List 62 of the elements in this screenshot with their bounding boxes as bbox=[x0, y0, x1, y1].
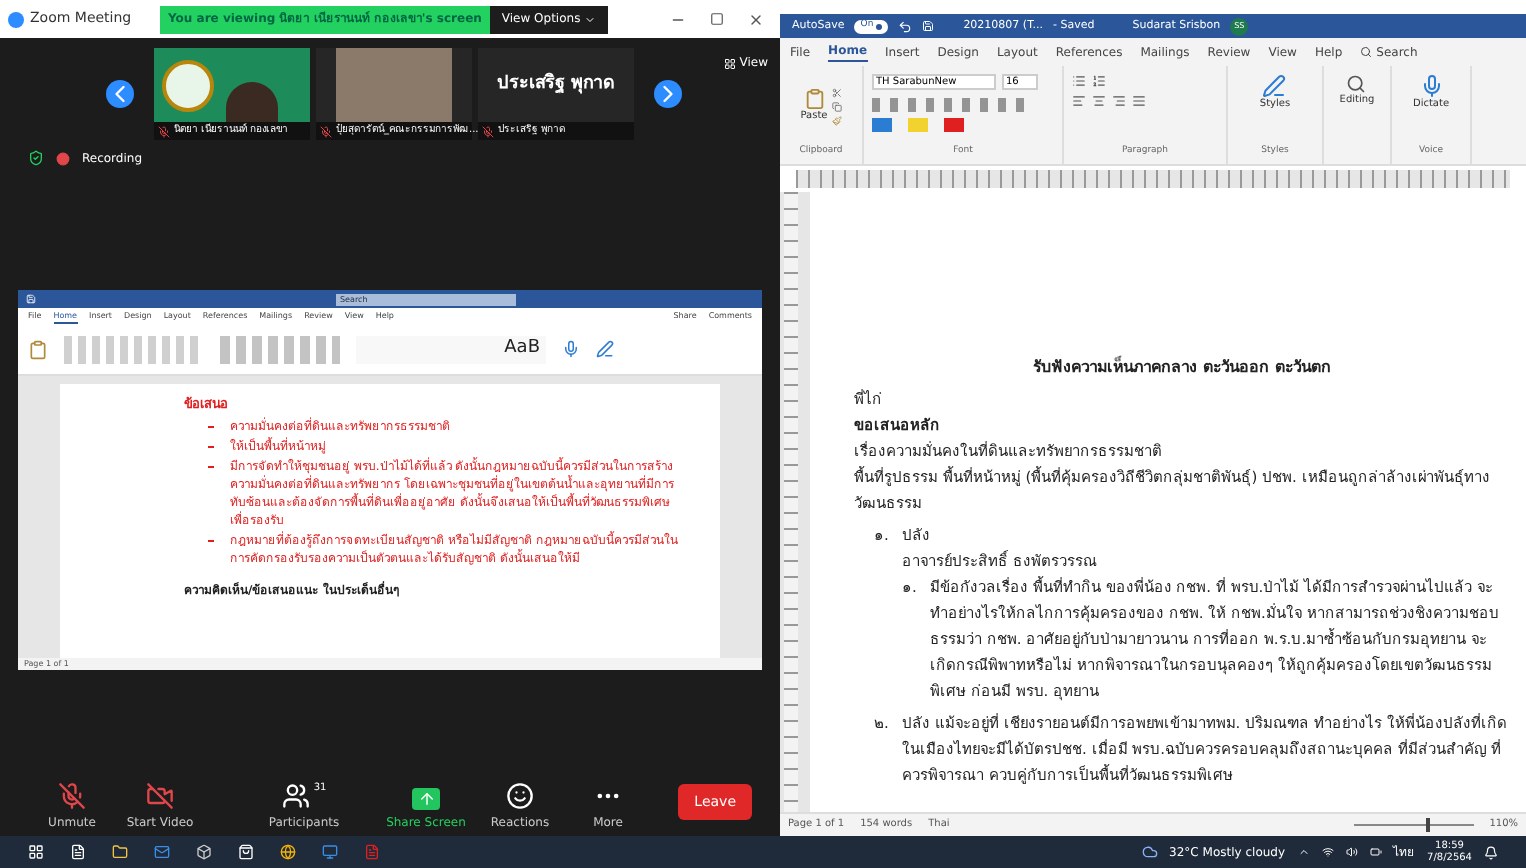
encryption-shield-icon bbox=[28, 150, 44, 166]
muted-mic-icon bbox=[58, 782, 86, 810]
bullet-dash bbox=[208, 445, 214, 448]
toggle-knob-icon bbox=[875, 23, 882, 29]
browser-icon bbox=[280, 844, 296, 860]
undo-icon[interactable] bbox=[897, 19, 912, 33]
editor-icon bbox=[596, 340, 614, 358]
document-title: รับฟังความเห็นภาคกลาง ตะวันออก ตะวันตก bbox=[1031, 356, 1333, 380]
previous-page-icon[interactable] bbox=[106, 80, 134, 108]
notification-icon bbox=[1484, 845, 1498, 859]
network-icon bbox=[1321, 846, 1334, 858]
cloud-icon bbox=[1141, 844, 1158, 860]
clipboard-icon bbox=[803, 87, 825, 110]
save-icon[interactable] bbox=[921, 20, 934, 32]
participant-display-name: ประเสริฐ พุกาด bbox=[496, 71, 616, 98]
bullet-dash bbox=[208, 539, 214, 542]
battery-icon bbox=[1369, 846, 1382, 858]
cut-icon bbox=[831, 87, 842, 98]
speaker-icon bbox=[1345, 846, 1358, 858]
arrow-up-icon bbox=[417, 790, 435, 808]
caret-icon bbox=[584, 13, 597, 25]
copy-icon bbox=[831, 101, 842, 112]
mail-icon bbox=[154, 844, 170, 860]
close-icon[interactable] bbox=[748, 11, 764, 27]
bullet-dash bbox=[208, 425, 214, 428]
font-controls-drawing bbox=[64, 335, 204, 363]
photo-placeholder bbox=[336, 48, 452, 122]
video-off-icon bbox=[146, 782, 174, 810]
zoom-slider-thumb[interactable] bbox=[1425, 818, 1430, 832]
format-painter-icon bbox=[831, 115, 842, 126]
muted-mic-icon bbox=[320, 125, 332, 137]
start-icon bbox=[28, 844, 44, 860]
pen-icon bbox=[1262, 74, 1287, 98]
paste-icon bbox=[28, 339, 48, 359]
bullet-dash bbox=[208, 465, 214, 468]
muted-mic-icon bbox=[158, 125, 170, 137]
store-icon bbox=[238, 844, 254, 860]
cube-icon bbox=[196, 844, 212, 860]
grid-icon bbox=[723, 57, 736, 69]
search-icon bbox=[1346, 74, 1367, 94]
muted-mic-icon bbox=[482, 125, 494, 137]
align-left-icon bbox=[1072, 94, 1086, 108]
align-right-icon bbox=[1112, 94, 1126, 108]
paragraph-controls-drawing bbox=[220, 335, 340, 363]
justify-icon bbox=[1132, 94, 1146, 108]
save-icon bbox=[26, 294, 36, 304]
recording-dot-icon bbox=[56, 151, 70, 165]
folder-icon bbox=[112, 844, 128, 860]
chevron-up-icon bbox=[1297, 846, 1310, 858]
file-icon bbox=[70, 844, 86, 860]
participants-icon bbox=[281, 782, 310, 810]
search-icon bbox=[1360, 46, 1373, 58]
microphone-icon bbox=[1419, 74, 1443, 98]
align-center-icon bbox=[1092, 94, 1106, 108]
reaction-icon bbox=[506, 782, 534, 810]
style-sample: AaB bbox=[504, 335, 540, 362]
next-page-icon[interactable] bbox=[654, 80, 682, 108]
bullets-icon bbox=[1072, 74, 1086, 88]
dictate-icon bbox=[562, 340, 580, 358]
maximize-icon[interactable] bbox=[710, 12, 724, 26]
numbering-icon bbox=[1092, 74, 1106, 88]
pdf-app-icon bbox=[364, 844, 380, 860]
